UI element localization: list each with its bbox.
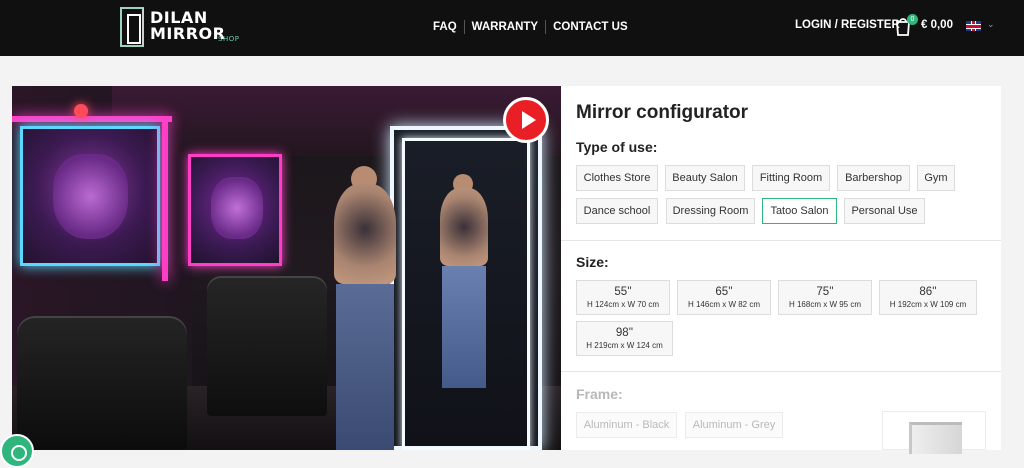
type-of-use-label: Type of use:: [576, 139, 658, 155]
jeans: [442, 266, 486, 388]
lamp: [74, 104, 88, 118]
nav-warranty[interactable]: WARRANTY: [465, 19, 545, 35]
logo-text-line2: MIRROR: [150, 24, 226, 43]
type-option-dance-school[interactable]: Dance school: [576, 198, 658, 224]
size-option-98[interactable]: 98'' H 219cm x W 124 cm: [576, 321, 673, 356]
neon-light: [162, 121, 168, 281]
torso: [440, 188, 488, 266]
wall-artwork: [188, 154, 282, 266]
chevron-down-icon[interactable]: ⌄: [987, 20, 995, 30]
type-option-barbershop[interactable]: Barbershop: [837, 165, 910, 191]
torso: [334, 184, 396, 284]
type-option-gym[interactable]: Gym: [917, 165, 955, 191]
type-option-dressing-room[interactable]: Dressing Room: [666, 198, 755, 224]
size-option-75[interactable]: 75'' H 168cm x W 95 cm: [778, 280, 872, 315]
size-dimensions: H 146cm x W 82 cm: [687, 299, 760, 309]
type-option-clothes-store[interactable]: Clothes Store: [576, 165, 658, 191]
neon-light: [12, 116, 172, 122]
size-name: 86'': [919, 285, 937, 298]
product-image[interactable]: [12, 86, 561, 450]
person: [324, 166, 408, 450]
configurator-title: Mirror configurator: [576, 102, 749, 123]
wall-artwork: [20, 126, 160, 266]
eco-badge-icon[interactable]: [0, 434, 34, 468]
nav-faq[interactable]: FAQ: [426, 19, 464, 35]
cart-count-badge: 0: [907, 14, 918, 25]
type-option-personal-use[interactable]: Personal Use: [844, 198, 925, 224]
site-header: DILAN MIRROR SHOP FAQ WARRANTY CONTACT U…: [0, 0, 1024, 56]
logo-text-shop: SHOP: [218, 35, 240, 43]
type-option-tatoo-salon[interactable]: Tatoo Salon: [762, 198, 837, 224]
size-option-65[interactable]: 65'' H 146cm x W 82 cm: [677, 280, 771, 315]
main-nav: FAQ WARRANTY CONTACT US: [426, 18, 635, 36]
size-name: 98'': [615, 326, 634, 339]
section-divider: [561, 240, 1001, 241]
cart-total[interactable]: € 0,00: [921, 19, 953, 31]
size-name: 65'': [715, 285, 733, 298]
jeans: [336, 284, 394, 450]
size-name: 75'': [816, 285, 834, 298]
type-option-fitting-room[interactable]: Fitting Room: [752, 165, 830, 191]
frame-label: Frame:: [576, 386, 623, 402]
login-register-link[interactable]: LOGIN / REGISTER: [795, 19, 900, 31]
play-icon[interactable]: [503, 97, 549, 143]
uk-flag-icon[interactable]: [966, 21, 981, 31]
size-option-86[interactable]: 86'' H 192cm x W 109 cm: [879, 280, 977, 315]
nav-contact-us[interactable]: CONTACT US: [546, 19, 635, 35]
frame-option-aluminum-grey[interactable]: Aluminum - Grey: [685, 412, 783, 438]
size-dimensions: H 192cm x W 109 cm: [889, 299, 967, 309]
section-divider: [561, 371, 1001, 372]
size-dimensions: H 219cm x W 124 cm: [586, 340, 663, 350]
frame-option-aluminum-black[interactable]: Aluminum - Black: [576, 412, 677, 438]
mirror-reflection: [432, 174, 496, 388]
type-option-beauty-salon[interactable]: Beauty Salon: [665, 165, 745, 191]
size-dimensions: H 168cm x W 95 cm: [788, 299, 861, 309]
logo-mark-icon: [120, 7, 144, 47]
size-label: Size:: [576, 254, 609, 270]
frame-preview-image: [882, 411, 986, 454]
salon-chair: [207, 276, 327, 416]
salon-chair: [17, 316, 187, 450]
size-option-55[interactable]: 55'' H 124cm x W 70 cm: [576, 280, 670, 315]
size-dimensions: H 124cm x W 70 cm: [586, 299, 659, 309]
site-logo[interactable]: DILAN MIRROR SHOP: [120, 7, 250, 47]
size-name: 55'': [614, 285, 632, 298]
